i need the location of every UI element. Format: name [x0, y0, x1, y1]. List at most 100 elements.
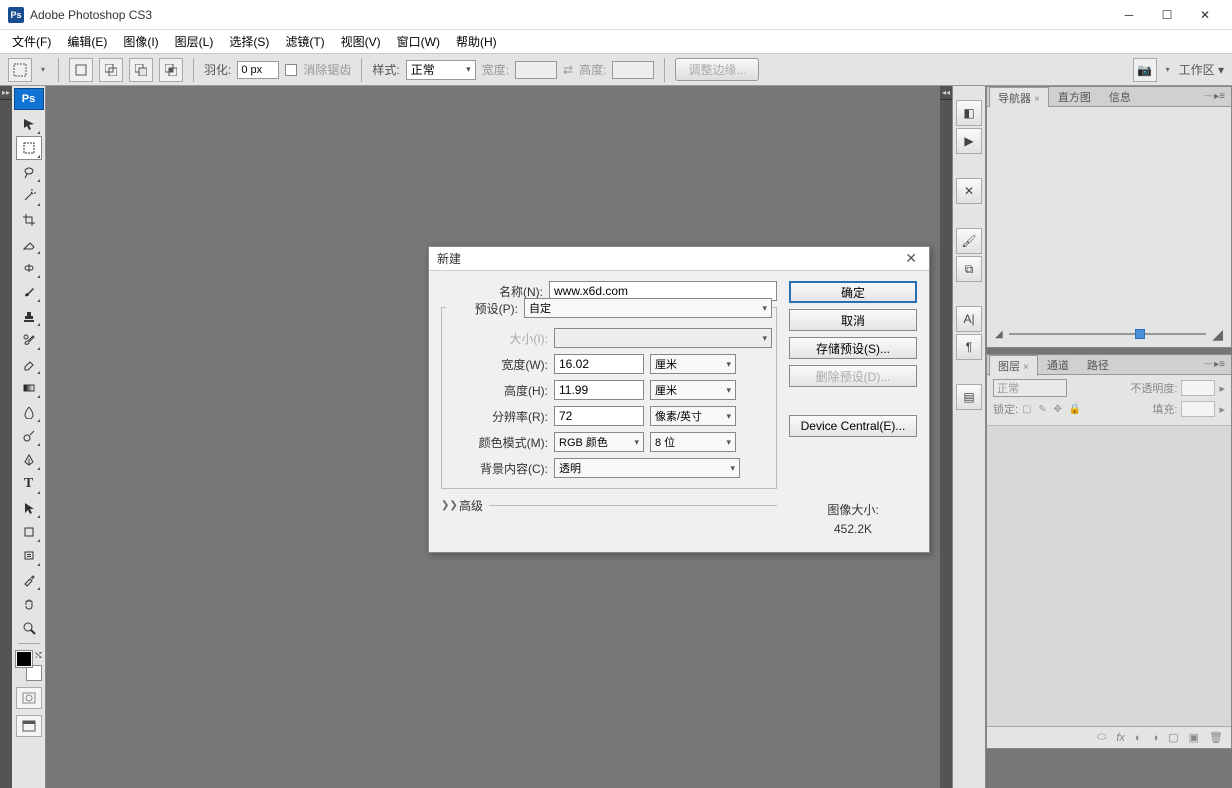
layers-list[interactable] — [987, 426, 1231, 726]
feather-input[interactable] — [237, 61, 279, 79]
style-select[interactable]: 正常 — [406, 60, 476, 80]
history-brush-tool[interactable] — [16, 328, 42, 352]
stamp-tool[interactable] — [16, 304, 42, 328]
close-button[interactable]: ✕ — [1186, 1, 1224, 29]
width-unit-select[interactable]: 厘米 — [650, 354, 736, 374]
height-input[interactable] — [554, 380, 644, 400]
histogram-icon[interactable]: ▶ — [956, 128, 982, 154]
eyedropper-tool[interactable] — [16, 568, 42, 592]
swap-colors-icon[interactable]: ⤭ — [35, 651, 41, 661]
bg-select[interactable]: 透明 — [554, 458, 740, 478]
resolution-unit-select[interactable]: 像素/英寸 — [650, 406, 736, 426]
move-tool[interactable] — [16, 112, 42, 136]
new-layer-icon[interactable]: ▣ — [1189, 731, 1199, 744]
minimize-button[interactable]: ─ — [1110, 1, 1148, 29]
fx-icon[interactable]: fx — [1116, 732, 1125, 744]
depth-select[interactable]: 8 位 — [650, 432, 736, 452]
color-swatches[interactable]: ⤭ — [16, 651, 42, 681]
bridge-icon[interactable]: 📷 — [1133, 58, 1157, 82]
layercomps-icon[interactable]: ▤ — [956, 384, 982, 410]
bg-color-swatch[interactable] — [26, 665, 42, 681]
save-preset-button[interactable]: 存储预设(S)... — [789, 337, 917, 359]
resolution-input[interactable] — [554, 406, 644, 426]
group-icon[interactable]: ▢ — [1168, 731, 1178, 744]
width-input[interactable] — [554, 354, 644, 374]
zoom-out-icon[interactable]: ◢ — [995, 329, 1003, 340]
marquee-tool[interactable] — [16, 136, 42, 160]
menu-image[interactable]: 图像(I) — [115, 31, 166, 52]
screenmode-button[interactable] — [16, 715, 42, 737]
height-unit-select[interactable]: 厘米 — [650, 380, 736, 400]
bridge-dropdown[interactable]: ▾ — [1163, 58, 1173, 82]
zoom-in-icon[interactable]: ◢ — [1212, 326, 1223, 343]
tab-channels[interactable]: 通道 — [1038, 354, 1078, 376]
sel-intersect-icon[interactable] — [159, 58, 183, 82]
menu-file[interactable]: 文件(F) — [4, 31, 59, 52]
healing-tool[interactable] — [16, 256, 42, 280]
paragraph-icon[interactable]: ¶ — [956, 334, 982, 360]
path-select-tool[interactable] — [16, 496, 42, 520]
link-icon[interactable]: ⬭ — [1097, 731, 1106, 744]
tool-preset-dropdown[interactable]: ▾ — [38, 58, 48, 82]
sel-subtract-icon[interactable] — [129, 58, 153, 82]
lasso-tool[interactable] — [16, 160, 42, 184]
menu-layer[interactable]: 图层(L) — [167, 31, 222, 52]
preset-select[interactable]: 自定 — [524, 298, 772, 318]
menu-help[interactable]: 帮助(H) — [448, 31, 505, 52]
advanced-toggle[interactable]: ❯❯ 高级 — [441, 497, 777, 514]
tab-paths[interactable]: 路径 — [1078, 354, 1118, 376]
zoom-slider[interactable]: ◢ ◢ — [995, 327, 1223, 341]
tools-icon[interactable]: ✕ — [956, 178, 982, 204]
shape-tool[interactable] — [16, 520, 42, 544]
pen-tool[interactable] — [16, 448, 42, 472]
tab-info[interactable]: 信息 — [1100, 86, 1140, 108]
panel-collapse-icon[interactable]: — — [1204, 90, 1213, 100]
mask-icon[interactable]: ◐ — [1135, 732, 1142, 744]
menu-select[interactable]: 选择(S) — [221, 31, 277, 52]
marquee-preset-icon[interactable] — [8, 58, 32, 82]
workspace-label[interactable]: 工作区 ▾ — [1179, 61, 1224, 78]
zoom-tool[interactable] — [16, 616, 42, 640]
menu-edit[interactable]: 编辑(E) — [59, 31, 115, 52]
device-central-button[interactable]: Device Central(E)... — [789, 415, 917, 437]
character-icon[interactable]: A| — [956, 306, 982, 332]
panel-collapse-icon[interactable]: — — [1204, 358, 1213, 368]
dialog-close-button[interactable]: ✕ — [901, 250, 921, 267]
tab-navigator[interactable]: 导航器× — [989, 87, 1049, 109]
zoom-thumb[interactable] — [1135, 329, 1145, 339]
navigator-icon[interactable]: ◧ — [956, 100, 982, 126]
wand-tool[interactable] — [16, 184, 42, 208]
crop-tool[interactable] — [16, 208, 42, 232]
menu-window[interactable]: 窗口(W) — [389, 31, 448, 52]
tab-histogram[interactable]: 直方图 — [1049, 86, 1100, 108]
blur-tool[interactable] — [16, 400, 42, 424]
panel-menu-icon[interactable]: ▸≡ — [1214, 91, 1229, 102]
slice-tool[interactable] — [16, 232, 42, 256]
eraser-tool[interactable] — [16, 352, 42, 376]
right-collapse-toggle[interactable]: ◂◂ — [940, 86, 952, 100]
maximize-button[interactable]: ☐ — [1148, 1, 1186, 29]
tools-collapse-toggle[interactable]: ▸▸ — [0, 86, 12, 100]
clone-icon[interactable]: ⧉ — [956, 256, 982, 282]
menu-view[interactable]: 视图(V) — [333, 31, 389, 52]
hand-tool[interactable] — [16, 592, 42, 616]
menu-filter[interactable]: 滤镜(T) — [277, 31, 332, 52]
tab-layers[interactable]: 图层× — [989, 355, 1038, 377]
gradient-tool[interactable] — [16, 376, 42, 400]
ok-button[interactable]: 确定 — [789, 281, 917, 303]
adjustment-icon[interactable]: ◑ — [1152, 732, 1159, 744]
panel-menu-icon[interactable]: ▸≡ — [1214, 359, 1229, 370]
cancel-button[interactable]: 取消 — [789, 309, 917, 331]
sel-new-icon[interactable] — [69, 58, 93, 82]
sel-add-icon[interactable] — [99, 58, 123, 82]
trash-icon[interactable]: 🗑 — [1209, 731, 1223, 744]
quickmask-button[interactable] — [16, 687, 42, 709]
refine-edge-button[interactable]: 调整边缘... — [675, 58, 759, 81]
notes-tool[interactable] — [16, 544, 42, 568]
type-tool[interactable]: T — [16, 472, 42, 496]
fg-color-swatch[interactable] — [16, 651, 32, 667]
dialog-titlebar[interactable]: 新建 ✕ — [429, 247, 929, 271]
brushes-icon[interactable]: 🖌 — [956, 228, 982, 254]
brush-tool[interactable] — [16, 280, 42, 304]
dodge-tool[interactable] — [16, 424, 42, 448]
